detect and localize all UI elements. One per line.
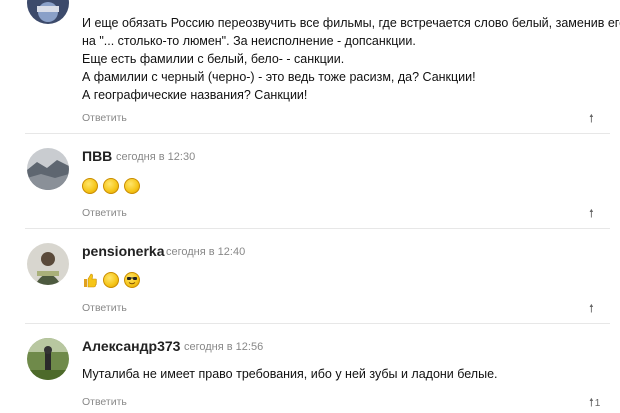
avatar[interactable] (27, 148, 69, 190)
avatar[interactable] (27, 0, 69, 24)
comment-text-line: Еще есть фамилии с белый, бело- - санкци… (82, 52, 345, 66)
author-name[interactable]: pensionerka (82, 243, 164, 259)
comment-time: сегодня в 12:56 (184, 341, 264, 353)
divider (25, 228, 610, 229)
up-arrow-icon[interactable]: 🠕 (589, 300, 594, 319)
up-arrow-icon[interactable]: 🠕 (589, 110, 594, 129)
comment-time: сегодня в 12:40 (166, 246, 246, 258)
smile-emoji (103, 178, 119, 194)
thumbs-up-emoji (82, 272, 98, 288)
up-arrow-icon[interactable]: 🠕1 (589, 394, 600, 413)
reply-button[interactable]: Ответить (82, 396, 127, 408)
reply-button[interactable]: Ответить (82, 302, 127, 314)
comment-time: сегодня в 12:30 (116, 151, 196, 163)
comment-text-line: на "... столько-то люмен". За неисполнен… (82, 34, 416, 48)
sunglasses-emoji (124, 272, 140, 288)
author-name[interactable]: Александр373 (82, 338, 180, 354)
up-arrow-icon[interactable]: 🠕 (589, 205, 594, 224)
reply-button[interactable]: Ответить (82, 207, 127, 219)
smile-emoji (124, 178, 140, 194)
rating-count: 1 (594, 398, 601, 409)
divider (25, 133, 610, 134)
reply-button[interactable]: Ответить (82, 112, 127, 124)
comment-text-line: Муталиба не имеет право требования, ибо … (82, 367, 498, 381)
author-name[interactable]: ПВВ (82, 148, 112, 164)
smile-emoji (82, 178, 98, 194)
comment-text-line: А географические названия? Санкции! (82, 88, 308, 102)
avatar[interactable] (27, 243, 69, 285)
avatar[interactable] (27, 338, 69, 380)
comment-text-line: И еще обязать Россию переозвучить все фи… (82, 16, 620, 30)
smile-emoji (103, 272, 119, 288)
divider (25, 323, 610, 324)
comment-text-line: А фамилии с черный (черно-) - это ведь т… (82, 70, 476, 84)
